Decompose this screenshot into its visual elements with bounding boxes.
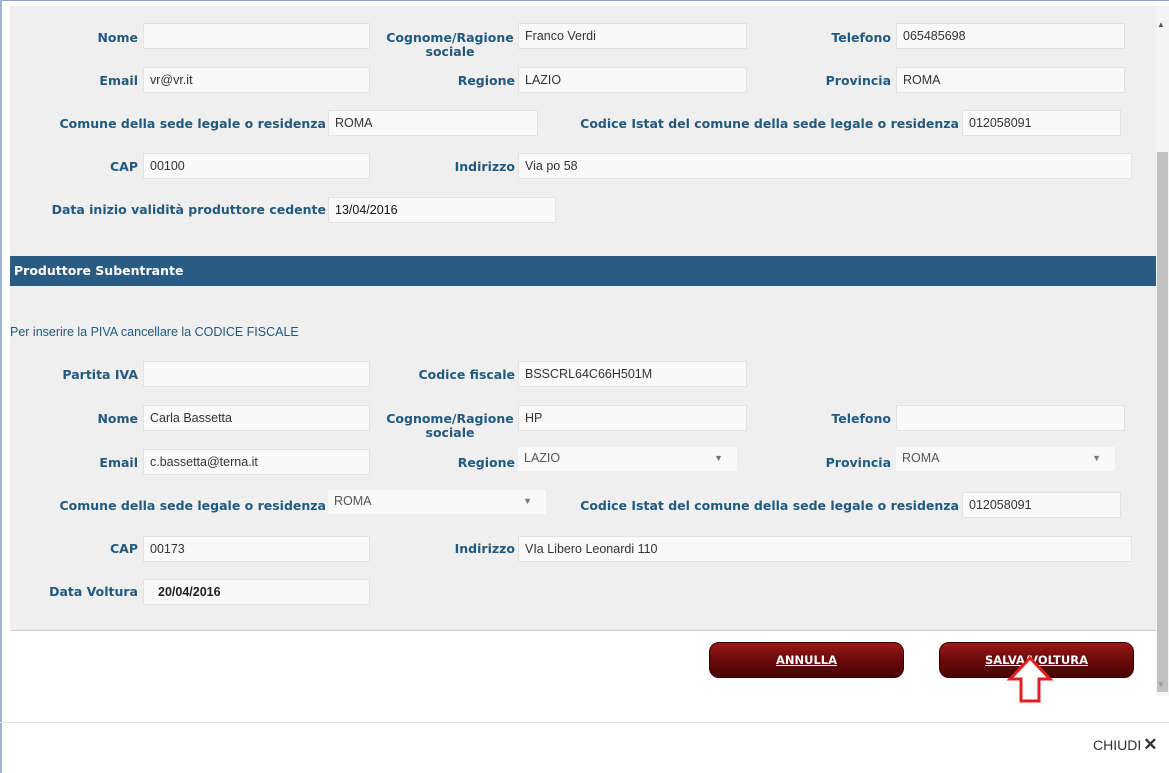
label-email-subentrante: Email [99,455,138,470]
chevron-down-icon: ▼ [1092,453,1101,463]
label-email-cedente: Email [99,73,138,88]
label-cognome-cedente: Cognome/Ragione sociale [386,30,514,59]
annulla-button[interactable]: ANNULLA [709,642,904,678]
label-istat-cedente: Codice Istat del comune della sede legal… [580,116,959,131]
input-codice-fiscale[interactable]: BSSCRL64C66H501M [518,361,747,387]
input-cognome-subentrante[interactable]: HP [518,405,747,431]
scrollbar-thumb[interactable] [1157,152,1168,692]
window-top-border [0,0,1169,5]
input-telefono-cedente[interactable]: 065485698 [896,23,1125,49]
label-provincia-subentrante: Provincia [825,455,891,470]
label-istat-subentrante: Codice Istat del comune della sede legal… [580,498,959,513]
piva-hint-text: Per inserire la PIVA cancellare la CODIC… [10,325,299,339]
input-istat-subentrante[interactable]: 012058091 [962,492,1121,518]
window-left-border [0,0,2,773]
chiudi-label: CHIUDI [1093,737,1142,753]
input-data-inizio[interactable]: 13/04/2016 [328,197,556,223]
select-comune[interactable]: ROMA ▼ [328,490,546,514]
label-provincia-cedente: Provincia [825,73,891,88]
chiudi-button[interactable]: CHIUDI ✕ [1093,735,1157,755]
arrow-up-icon [1006,655,1054,703]
label-telefono-subentrante: Telefono [831,411,891,426]
label-partita-iva: Partita IVA [62,367,138,382]
label-regione-cedente: Regione [457,73,515,88]
label-comune-subentrante: Comune della sede legale o residenza [59,498,327,513]
select-regione-value: LAZIO [524,451,561,465]
input-indirizzo-cedente[interactable]: Via po 58 [518,153,1132,179]
section-header-produttore-subentrante: Produttore Subentrante [10,256,1156,286]
scroll-down-icon[interactable]: ▼ [1157,680,1165,689]
input-data-voltura[interactable]: 20/04/2016 [143,579,370,605]
label-telefono-cedente: Telefono [831,30,891,45]
label-nome-cedente: Nome [97,30,138,45]
input-regione-cedente[interactable]: LAZIO [518,67,747,93]
select-regione[interactable]: LAZIO ▼ [518,447,737,471]
input-istat-cedente[interactable]: 012058091 [962,110,1121,136]
label-indirizzo-subentrante: Indirizzo [454,541,515,556]
input-partita-iva[interactable] [143,361,370,387]
input-indirizzo-subentrante[interactable]: VIa Libero Leonardi 110 [518,536,1132,562]
chevron-down-icon: ▼ [523,496,532,506]
select-provincia-value: ROMA [902,451,940,465]
input-cap-cedente[interactable]: 00100 [143,153,370,179]
label-regione-subentrante: Regione [457,455,515,470]
input-cap-subentrante[interactable]: 00173 [143,536,370,562]
chevron-down-icon: ▼ [714,453,723,463]
label-codice-fiscale: Codice fiscale [418,367,515,382]
input-email-subentrante[interactable]: c.bassetta@terna.it [143,449,370,475]
label-data-inizio: Data inizio validità produttore cedente [51,202,326,217]
close-icon: ✕ [1143,735,1158,754]
input-telefono-subentrante[interactable] [896,405,1125,431]
footer-divider [0,722,1169,723]
label-indirizzo-cedente: Indirizzo [454,159,515,174]
label-cap-cedente: CAP [109,159,138,174]
input-nome-cedente[interactable] [143,23,370,49]
label-comune-cedente: Comune della sede legale o residenza [59,116,327,131]
input-email-cedente[interactable]: vr@vr.it [143,67,370,93]
label-data-voltura: Data Voltura [49,584,138,599]
input-nome-subentrante[interactable]: Carla Bassetta [143,405,370,431]
input-provincia-cedente[interactable]: ROMA [896,67,1125,93]
input-cognome-cedente[interactable]: Franco Verdi [518,23,747,49]
input-comune-cedente[interactable]: ROMA [328,110,538,136]
select-provincia[interactable]: ROMA ▼ [896,447,1115,471]
scroll-up-icon[interactable]: ▲ [1157,20,1165,29]
label-nome-subentrante: Nome [97,411,138,426]
select-comune-value: ROMA [334,494,372,508]
label-cognome-subentrante: Cognome/Ragione sociale [386,411,514,440]
label-cap-subentrante: CAP [109,541,138,556]
